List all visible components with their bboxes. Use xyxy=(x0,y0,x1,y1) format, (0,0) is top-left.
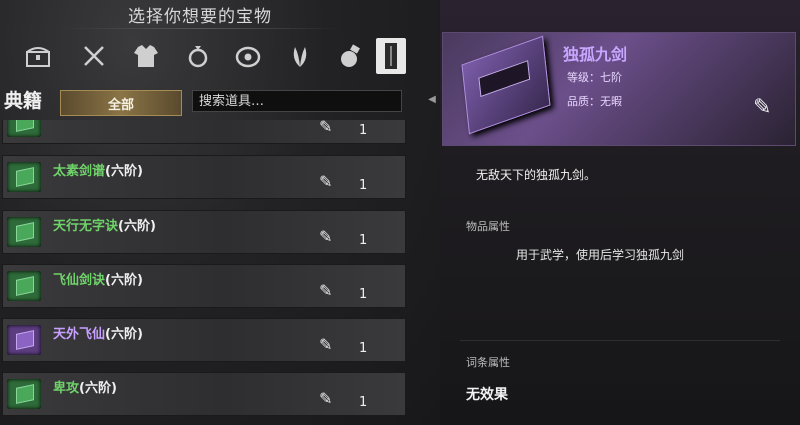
title-divider xyxy=(60,28,340,29)
item-quantity: 1 xyxy=(359,123,368,138)
section-divider xyxy=(460,340,780,341)
list-item[interactable]: ✎ 1 xyxy=(2,120,406,144)
list-item[interactable]: 天行无字诀(六阶) ✎ 1 xyxy=(2,210,406,254)
item-book-image xyxy=(461,35,551,135)
potion-icon[interactable] xyxy=(332,38,368,74)
item-name: 天外飞仙(六阶) xyxy=(53,327,143,342)
book-icon[interactable] xyxy=(376,38,406,74)
item-thumbnail xyxy=(7,162,41,192)
category-title: 典籍 xyxy=(4,90,43,112)
category-bar xyxy=(20,38,420,82)
scroll-icon: ✎ xyxy=(319,120,333,136)
ring-icon[interactable] xyxy=(180,38,216,74)
scroll-icon: ✎ xyxy=(753,95,772,120)
scroll-icon: ✎ xyxy=(319,281,333,300)
list-item[interactable]: 天外飞仙(六阶) ✎ 1 xyxy=(2,318,406,362)
item-attr-label: 物品属性 xyxy=(466,220,510,233)
crossed-weapons-icon[interactable] xyxy=(76,38,112,74)
item-effect: 用于武学，使用后学习独孤九剑 xyxy=(516,248,685,262)
item-thumbnail xyxy=(7,325,41,355)
item-name: 飞仙剑诀(六阶) xyxy=(53,273,143,288)
amulet-icon[interactable] xyxy=(230,38,266,74)
item-grade: 等级：七阶 xyxy=(567,71,622,84)
armor-icon[interactable] xyxy=(128,38,164,74)
list-item[interactable]: 太素剑谱(六阶) ✎ 1 xyxy=(2,155,406,199)
item-name: 太素剑谱(六阶) xyxy=(53,164,143,179)
item-thumbnail xyxy=(7,379,41,409)
item-description: 无敌天下的独孤九剑。 xyxy=(476,168,597,182)
item-quantity: 1 xyxy=(359,233,368,248)
entry-effect: 无效果 xyxy=(466,387,508,403)
item-quantity: 1 xyxy=(359,178,368,193)
filter-all-button[interactable]: 全部 xyxy=(60,90,182,116)
item-thumbnail xyxy=(7,120,41,137)
item-list: ✎ 1 太素剑谱(六阶) ✎ 1 天行无字诀(六阶) ✎ 1 飞仙剑诀(六阶) … xyxy=(0,120,410,425)
entry-attr-label: 词条属性 xyxy=(466,356,510,369)
item-name: 卑攻(六阶) xyxy=(53,381,117,396)
item-quantity: 1 xyxy=(359,287,368,302)
page-title: 选择你想要的宝物 xyxy=(128,7,272,27)
scroll-icon: ✎ xyxy=(319,172,333,191)
collapse-arrow-icon[interactable]: ◀ xyxy=(427,88,437,110)
chest-icon[interactable] xyxy=(20,38,56,74)
item-quality: 品质：无暇 xyxy=(567,95,622,108)
scroll-icon: ✎ xyxy=(319,389,333,408)
item-thumbnail xyxy=(7,271,41,301)
herb-icon[interactable] xyxy=(282,38,318,74)
item-detail-title: 独孤九剑 xyxy=(563,45,628,64)
item-name: 天行无字诀(六阶) xyxy=(53,219,156,234)
item-quantity: 1 xyxy=(359,341,368,356)
scroll-icon: ✎ xyxy=(319,227,333,246)
item-thumbnail xyxy=(7,217,41,247)
item-detail-header: 独孤九剑 等级：七阶 品质：无暇 ✎ xyxy=(442,32,796,146)
list-item[interactable]: 卑攻(六阶) ✎ 1 xyxy=(2,372,406,416)
list-item[interactable]: 飞仙剑诀(六阶) ✎ 1 xyxy=(2,264,406,308)
item-quantity: 1 xyxy=(359,395,368,410)
scroll-icon: ✎ xyxy=(319,335,333,354)
search-input[interactable] xyxy=(192,90,402,112)
